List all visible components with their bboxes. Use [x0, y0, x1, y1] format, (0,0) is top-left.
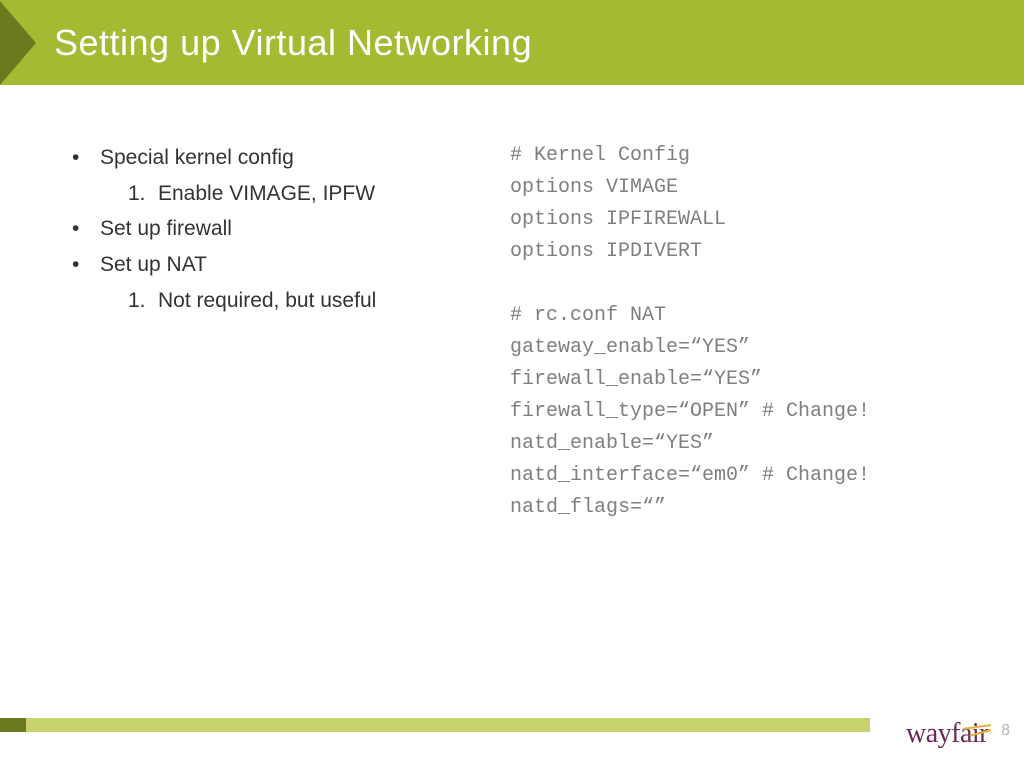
code-line: firewall_enable=“YES” — [510, 368, 762, 391]
slide-title: Setting up Virtual Networking — [54, 22, 532, 64]
sub-list: 1. Not required, but useful — [128, 283, 510, 319]
bullet-text: Set up NAT — [100, 253, 207, 276]
code-line: firewall_type=“OPEN” # Change! — [510, 400, 870, 423]
code-line: natd_enable=“YES” — [510, 432, 714, 455]
slide: Setting up Virtual Networking Special ke… — [0, 0, 1024, 768]
arrow-icon — [0, 1, 36, 85]
sub-item-number: 1. — [128, 283, 146, 319]
bullet-text: Special kernel config — [100, 146, 294, 169]
code-line: # Kernel Config — [510, 144, 690, 167]
code-line: natd_flags=“” — [510, 496, 666, 519]
title-bar: Setting up Virtual Networking — [0, 0, 1024, 85]
left-column: Special kernel config 1. Enable VIMAGE, … — [70, 140, 510, 524]
page-number: 8 — [1001, 722, 1010, 740]
code-line: # rc.conf NAT — [510, 304, 666, 327]
code-line: options IPFIREWALL — [510, 208, 726, 231]
footer-accent-bar — [0, 718, 870, 732]
bullet-item: Special kernel config 1. Enable VIMAGE, … — [70, 140, 510, 211]
sub-item: 1. Enable VIMAGE, IPFW — [128, 176, 510, 212]
content-area: Special kernel config 1. Enable VIMAGE, … — [0, 85, 1024, 524]
sub-item-number: 1. — [128, 176, 146, 212]
wayfair-logo: wayfair — [906, 718, 988, 750]
sub-item-text: Not required, but useful — [158, 289, 376, 312]
sub-item: 1. Not required, but useful — [128, 283, 510, 319]
code-block: # Kernel Config options VIMAGE options I… — [510, 140, 984, 524]
code-line: natd_interface=“em0” # Change! — [510, 464, 870, 487]
code-line: gateway_enable=“YES” — [510, 336, 750, 359]
code-line: options IPDIVERT — [510, 240, 702, 263]
bullet-item: Set up NAT 1. Not required, but useful — [70, 247, 510, 318]
footer-accent-dark — [0, 718, 26, 732]
bullet-list: Special kernel config 1. Enable VIMAGE, … — [70, 140, 510, 318]
sub-list: 1. Enable VIMAGE, IPFW — [128, 176, 510, 212]
code-line: options VIMAGE — [510, 176, 678, 199]
bullet-text: Set up firewall — [100, 217, 232, 240]
bullet-item: Set up firewall — [70, 211, 510, 247]
sub-item-text: Enable VIMAGE, IPFW — [158, 182, 375, 205]
